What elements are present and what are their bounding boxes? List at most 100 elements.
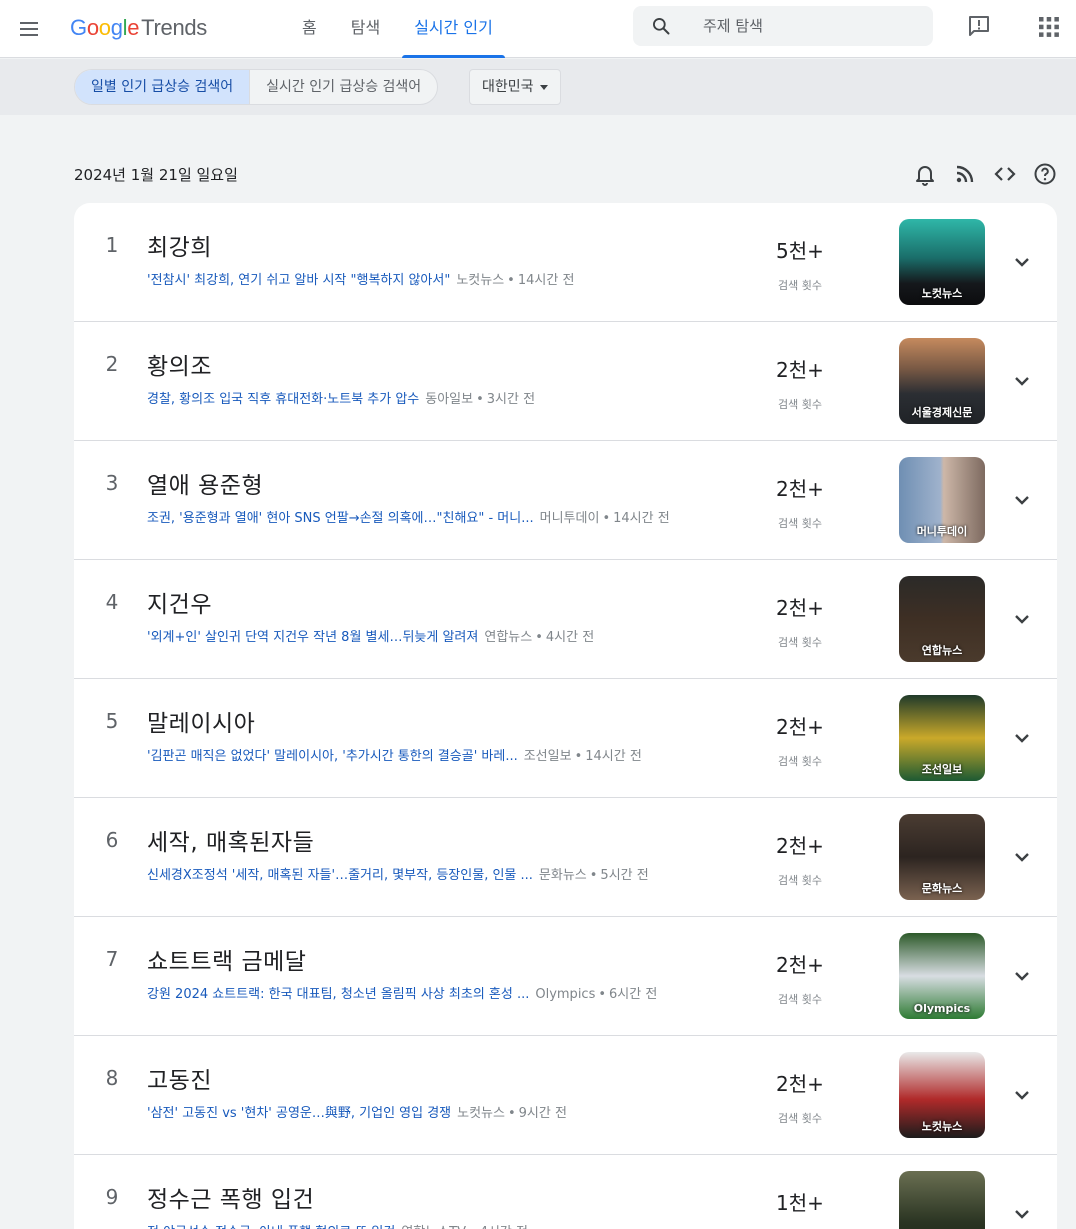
article-time: 14시간 전 bbox=[613, 511, 670, 526]
article-source: 노컷뉴스 bbox=[456, 273, 505, 288]
separator-dot: • bbox=[598, 987, 607, 1002]
trend-list: 1 최강희 '전참시' 최강희, 연기 쉬고 알바 시작 "행복하지 않아서" 노컷뉴… bbox=[74, 203, 1057, 1229]
trend-item[interactable]: 4 지건우 '외계+인' 살인귀 단역 지건우 작년 8월 별세…뒤늦게 알려져 연합… bbox=[74, 560, 1057, 679]
news-thumbnail[interactable]: 조선일보 bbox=[899, 695, 985, 781]
trend-title[interactable]: 정수근 폭행 입건 bbox=[147, 1180, 314, 1214]
chevron-down-icon[interactable] bbox=[1010, 1083, 1034, 1107]
article-time: 14시간 전 bbox=[585, 749, 642, 764]
article-time: 9시간 전 bbox=[518, 1106, 567, 1121]
trend-rank: 5 bbox=[105, 709, 119, 733]
bell-icon[interactable] bbox=[913, 162, 937, 186]
chevron-down-icon[interactable] bbox=[1010, 1202, 1034, 1226]
trend-item[interactable]: 7 쇼트트랙 금메달강원 2024 쇼트트랙: 한국 대표팀, 청소년 올림픽 사… bbox=[74, 917, 1057, 1036]
tab-trending-now[interactable]: 실시간 인기 bbox=[402, 0, 505, 58]
tab-home[interactable]: 홈 bbox=[290, 0, 329, 58]
article-link[interactable]: 전 야구선수 정수근, 아내 폭행 혐의로 또 입건 bbox=[147, 1221, 395, 1229]
apps-icon[interactable] bbox=[1038, 16, 1060, 38]
article-link[interactable]: 강원 2024 쇼트트랙: 한국 대표팀, 청소년 올림픽 사상 최초의 혼성 … bbox=[147, 983, 529, 1002]
caret-down-icon bbox=[539, 84, 548, 90]
trend-article-line: '삼전' 고동진 vs '현차' 공영운…與野, 기업인 영입 경쟁 노컷뉴스 • 9… bbox=[147, 1102, 567, 1121]
trend-title[interactable]: 세작, 매혹된자들 bbox=[147, 823, 314, 857]
trend-item[interactable]: 3 열애 용준형 조권, '용준형과 열애' 현아 SNS 언팔→손절 의혹에…"친… bbox=[74, 441, 1057, 560]
search-count-label: 검색 횟수 bbox=[778, 755, 822, 768]
article-source: 동아일보 bbox=[425, 392, 474, 407]
trend-item[interactable]: 1 최강희 '전참시' 최강희, 연기 쉬고 알바 시작 "행복하지 않아서" 노컷뉴… bbox=[74, 203, 1057, 322]
search-count: 2천+ bbox=[776, 358, 824, 382]
article-link[interactable]: 경찰, 황의조 입국 직후 휴대전화·노트북 추가 압수 bbox=[147, 388, 419, 407]
feedback-icon[interactable] bbox=[967, 14, 991, 38]
article-time: 4시간 전 bbox=[480, 1225, 528, 1229]
tab-explore[interactable]: 탐색 bbox=[339, 0, 392, 58]
news-thumbnail[interactable]: 노컷뉴스 bbox=[899, 219, 985, 305]
trend-title[interactable]: 열애 용준형 bbox=[147, 466, 263, 500]
chevron-down-icon[interactable] bbox=[1010, 726, 1034, 750]
logo-google: Google bbox=[70, 15, 140, 40]
search-count: 2천+ bbox=[776, 596, 824, 620]
search-count-label: 검색 횟수 bbox=[778, 636, 822, 649]
news-thumbnail[interactable]: 서울경제신문 bbox=[899, 338, 985, 424]
article-time: 4시간 전 bbox=[545, 630, 595, 645]
article-source: Olympics bbox=[535, 987, 596, 1002]
news-thumbnail[interactable]: 문화뉴스 bbox=[899, 814, 985, 900]
separator-dot: • bbox=[589, 868, 598, 883]
trend-title[interactable]: 지건우 bbox=[147, 585, 212, 619]
country-value: 대한민국 bbox=[482, 79, 534, 95]
trend-item[interactable]: 2 황의조 경찰, 황의조 입국 직후 휴대전화·노트북 추가 압수 동아일보 • 3시간… bbox=[74, 322, 1057, 441]
news-thumbnail[interactable] bbox=[899, 1171, 985, 1229]
news-thumbnail[interactable]: 연합뉴스 bbox=[899, 576, 985, 662]
separator-dot: • bbox=[507, 1106, 516, 1121]
search-count-label: 검색 횟수 bbox=[778, 1112, 822, 1125]
rss-icon[interactable] bbox=[953, 162, 977, 186]
date-heading: 2024년 1월 21일 일요일 bbox=[74, 166, 238, 184]
separator-dot: • bbox=[476, 392, 484, 407]
article-source: 연합뉴스TV bbox=[401, 1225, 466, 1229]
article-link[interactable]: '전참시' 최강희, 연기 쉬고 알바 시작 "행복하지 않아서" bbox=[147, 269, 450, 288]
news-thumbnail[interactable]: 머니투데이 bbox=[899, 457, 985, 543]
chevron-down-icon[interactable] bbox=[1010, 845, 1034, 869]
search-input[interactable] bbox=[703, 6, 923, 46]
menu-icon[interactable] bbox=[18, 17, 42, 41]
help-icon[interactable] bbox=[1033, 162, 1057, 186]
chevron-down-icon[interactable] bbox=[1010, 369, 1034, 393]
search-count: 2천+ bbox=[776, 1072, 824, 1096]
thumbnail-source-label: 조선일보 bbox=[921, 763, 963, 776]
trend-article-line: 신세경X조정석 '세작, 매혹된 자들'…줄거리, 몇부작, 등장인물, 인물 … bbox=[147, 864, 649, 883]
trend-item[interactable]: 5 말레이시아 '김판곤 매직은 없었다' 말레이시아, '추가시간 통한의 결승골… bbox=[74, 679, 1057, 798]
separator-dot: • bbox=[535, 630, 543, 645]
trend-title[interactable]: 황의조 bbox=[147, 347, 212, 381]
realtime-trends-button[interactable]: 실시간 인기 급상승 검색어 bbox=[249, 70, 437, 104]
thumbnail-source-label: 문화뉴스 bbox=[921, 882, 963, 895]
trend-item[interactable]: 6 세작, 매혹된자들 신세경X조정석 '세작, 매혹된 자들'…줄거리, 몇부작,… bbox=[74, 798, 1057, 917]
trend-title[interactable]: 쇼트트랙 금메달 bbox=[147, 942, 306, 976]
trend-title[interactable]: 고동진 bbox=[147, 1061, 212, 1095]
main-nav: 홈 탐색 실시간 인기 bbox=[290, 0, 515, 58]
google-trends-logo[interactable]: GoogleTrends bbox=[70, 15, 207, 41]
article-time: 6시간 전 bbox=[609, 987, 658, 1002]
trend-title[interactable]: 최강희 bbox=[147, 228, 212, 262]
chevron-down-icon[interactable] bbox=[1010, 250, 1034, 274]
search-icon[interactable] bbox=[651, 16, 671, 36]
article-link[interactable]: '김판곤 매직은 없었다' 말레이시아, '추가시간 통한의 결승골' 바레..… bbox=[147, 745, 518, 764]
news-thumbnail[interactable]: 노컷뉴스 bbox=[899, 1052, 985, 1138]
trend-rank: 7 bbox=[105, 947, 119, 971]
article-source: 머니투데이 bbox=[539, 511, 600, 526]
trend-item[interactable]: 9 정수근 폭행 입건전 야구선수 정수근, 아내 폭행 혐의로 또 입건연합뉴스… bbox=[74, 1155, 1057, 1229]
chevron-down-icon[interactable] bbox=[1010, 964, 1034, 988]
article-link[interactable]: 신세경X조정석 '세작, 매혹된 자들'…줄거리, 몇부작, 등장인물, 인물 … bbox=[147, 864, 533, 883]
country-select[interactable]: 대한민국 bbox=[469, 69, 561, 105]
trend-title[interactable]: 말레이시아 bbox=[147, 704, 255, 738]
code-icon[interactable] bbox=[993, 162, 1017, 186]
trend-rank: 1 bbox=[105, 233, 119, 257]
article-link[interactable]: '삼전' 고동진 vs '현차' 공영운…與野, 기업인 영입 경쟁 bbox=[147, 1102, 451, 1121]
article-link[interactable]: 조권, '용준형과 열애' 현아 SNS 언팔→손절 의혹에…"친해요" - 머… bbox=[147, 507, 534, 526]
chevron-down-icon[interactable] bbox=[1010, 488, 1034, 512]
news-thumbnail[interactable]: Olympics bbox=[899, 933, 985, 1019]
trend-rank: 2 bbox=[105, 352, 119, 376]
article-link[interactable]: '외계+인' 살인귀 단역 지건우 작년 8월 별세…뒤늦게 알려져 bbox=[147, 626, 478, 645]
trend-rank: 8 bbox=[105, 1066, 119, 1090]
chevron-down-icon[interactable] bbox=[1010, 607, 1034, 631]
trend-item[interactable]: 8 고동진 '삼전' 고동진 vs '현차' 공영운…與野, 기업인 영입 경쟁 노컷… bbox=[74, 1036, 1057, 1155]
separator-dot: • bbox=[574, 749, 583, 764]
thumbnail-source-label: 노컷뉴스 bbox=[921, 287, 963, 300]
daily-trends-button[interactable]: 일별 인기 급상승 검색어 bbox=[75, 70, 250, 104]
